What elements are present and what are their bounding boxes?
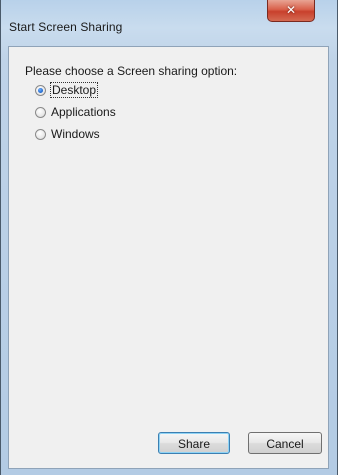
applications-radio[interactable] xyxy=(35,107,46,118)
share-button[interactable]: Share xyxy=(158,432,230,454)
windows-radio[interactable] xyxy=(35,129,46,140)
choose-option-prompt: Please choose a Screen sharing option: xyxy=(25,64,238,78)
window-title: Start Screen Sharing xyxy=(9,20,123,34)
windows-label[interactable]: Windows xyxy=(51,127,100,141)
close-icon: ✕ xyxy=(285,3,297,17)
screen-sharing-dialog: Start Screen Sharing ✕ Please choose a S… xyxy=(0,0,338,475)
title-bar[interactable]: Start Screen Sharing ✕ xyxy=(1,0,337,46)
close-button[interactable]: ✕ xyxy=(267,0,315,22)
applications-label[interactable]: Applications xyxy=(51,105,116,119)
cancel-button[interactable]: Cancel xyxy=(248,432,322,454)
desktop-label[interactable]: Desktop xyxy=(49,82,99,98)
desktop-radio[interactable] xyxy=(35,85,46,96)
